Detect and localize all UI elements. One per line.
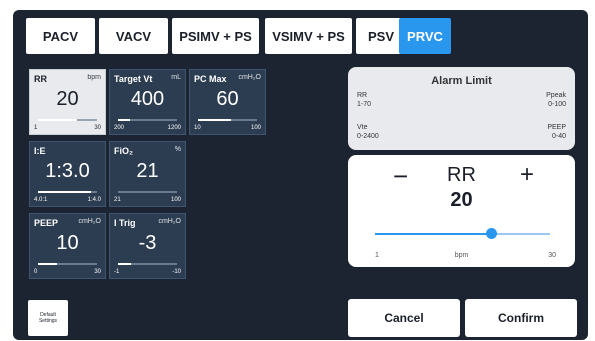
- alarm-ppeak: Ppeak 0-100: [546, 91, 566, 109]
- tab-psimv-ps[interactable]: PSIMV + PS: [172, 18, 259, 54]
- param-max: 1:4.0: [87, 197, 101, 203]
- alarm-ppeak-range: 0-100: [548, 101, 566, 108]
- param-tile-ie[interactable]: I:E 1:3.0 4.0:1 1:4.0: [29, 141, 106, 207]
- adjust-slider-fill: [375, 233, 491, 235]
- adjust-param-name: RR: [447, 164, 476, 186]
- param-min: 1: [34, 125, 38, 131]
- param-label: Target Vt: [114, 74, 153, 84]
- param-tile-fio2[interactable]: FiO₂ % 21 21 100: [109, 141, 186, 207]
- adjust-unit: bpm: [454, 252, 469, 259]
- param-value: 21: [136, 160, 159, 182]
- alarm-vte-label: Vte: [357, 124, 368, 131]
- adjust-param-value: 20: [450, 189, 473, 211]
- param-range-bar: [38, 119, 97, 121]
- param-max: -10: [172, 269, 181, 275]
- param-range-bar: [118, 263, 177, 265]
- param-unit: mL: [171, 74, 181, 81]
- param-unit: bpm: [87, 74, 101, 81]
- param-range-bar: [198, 119, 257, 121]
- param-max: 1200: [167, 125, 181, 131]
- alarm-rr-label: RR: [357, 92, 368, 99]
- alarm-rr: RR 1-70: [357, 91, 371, 109]
- param-range-bar: [118, 119, 177, 121]
- alarm-peep: PEEP 0-40: [547, 123, 566, 141]
- param-min: 10: [194, 125, 201, 131]
- param-label: FiO₂: [114, 146, 133, 156]
- tab-prvc[interactable]: PRVC: [399, 18, 451, 54]
- param-min: 200: [114, 125, 125, 131]
- tab-pacv[interactable]: PACV: [26, 18, 95, 54]
- param-label: PC Max: [194, 74, 227, 84]
- param-value: 1:3.0: [45, 160, 90, 182]
- alarm-rr-range: 1-70: [357, 101, 372, 108]
- param-min: 21: [114, 197, 121, 203]
- alarm-limit-card[interactable]: Alarm Limit RR 1-70 Ppeak 0-100 Vte 0-24…: [348, 67, 575, 150]
- alarm-ppeak-label: Ppeak: [546, 92, 566, 99]
- param-unit: cmH₂O: [78, 218, 101, 225]
- rr-adjust-panel: − + RR 20 1 bpm 30: [348, 155, 575, 267]
- param-tile-pc-max[interactable]: PC Max cmH₂O 60 10 100: [189, 69, 266, 135]
- param-range-bar: [38, 263, 97, 265]
- alarm-peep-range: 0-40: [551, 133, 566, 140]
- param-tile-target-vt[interactable]: Target Vt mL 400 200 1200: [109, 69, 186, 135]
- param-unit: %: [174, 146, 181, 153]
- param-value: 20: [56, 88, 79, 110]
- param-value: -3: [138, 232, 157, 254]
- adjust-slider-track[interactable]: [375, 233, 550, 235]
- param-tile-rr[interactable]: RR bpm 20 1 30: [29, 69, 106, 135]
- param-range-bar: [38, 191, 97, 193]
- default-settings-button[interactable]: Default Settings: [28, 300, 68, 336]
- default-settings-line2: Settings: [38, 318, 58, 324]
- tab-vacv[interactable]: VACV: [99, 18, 168, 54]
- param-min: 4.0:1: [34, 197, 48, 203]
- confirm-button[interactable]: Confirm: [465, 299, 577, 337]
- param-range-bar: [118, 191, 177, 193]
- param-max: 100: [170, 197, 181, 203]
- adjust-slider-knob[interactable]: [485, 228, 497, 239]
- param-value: 60: [216, 88, 239, 110]
- param-label: PEEP: [34, 218, 59, 228]
- param-min: -1: [114, 269, 120, 275]
- param-value: 10: [56, 232, 79, 254]
- alarm-vte: Vte 0-2400: [357, 123, 379, 141]
- ventilator-screen: PACV VACV PSIMV + PS VSIMV + PS PSV PRVC…: [13, 10, 588, 340]
- adjust-max: 30: [548, 252, 556, 259]
- param-label: I:E: [34, 146, 46, 156]
- cancel-button[interactable]: Cancel: [348, 299, 460, 337]
- param-label: I Trig: [114, 218, 136, 228]
- param-unit: cmH₂O: [238, 74, 261, 81]
- param-max: 30: [94, 269, 101, 275]
- tab-vsimv-ps[interactable]: VSIMV + PS: [265, 18, 352, 54]
- param-tile-peep[interactable]: PEEP cmH₂O 10 0 30: [29, 213, 106, 279]
- param-label: RR: [34, 74, 47, 84]
- param-value: 400: [130, 88, 165, 110]
- param-tile-i-trig[interactable]: I Trig cmH₂O -3 -1 -10: [109, 213, 186, 279]
- param-unit: cmH₂O: [158, 218, 181, 225]
- param-min: 0: [34, 269, 38, 275]
- param-max: 100: [250, 125, 261, 131]
- alarm-peep-label: PEEP: [547, 124, 566, 131]
- alarm-limit-title: Alarm Limit: [431, 75, 492, 87]
- param-max: 30: [94, 125, 101, 131]
- alarm-vte-range: 0-2400: [357, 133, 379, 140]
